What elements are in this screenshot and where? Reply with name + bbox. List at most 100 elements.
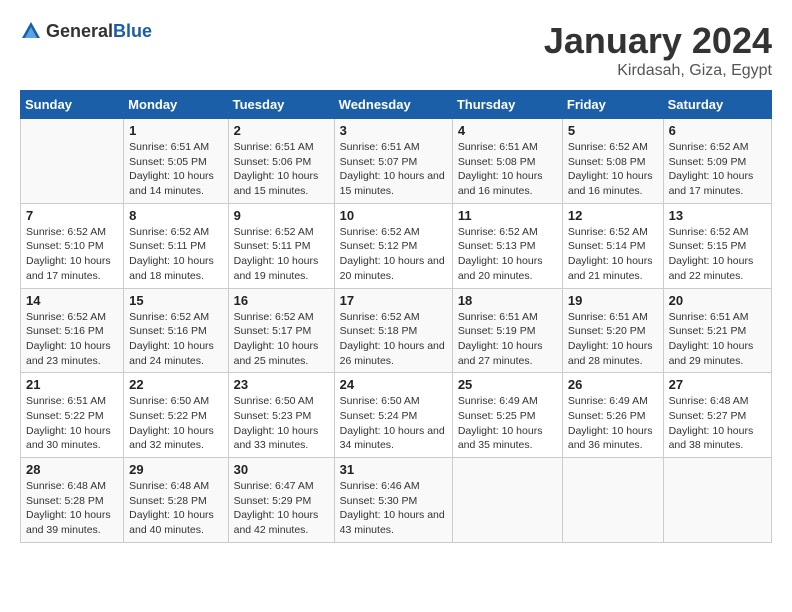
day-info: Sunrise: 6:52 AM Sunset: 5:11 PM Dayligh…	[129, 225, 222, 284]
day-info: Sunrise: 6:52 AM Sunset: 5:12 PM Dayligh…	[340, 225, 447, 284]
header-day: Monday	[124, 91, 228, 119]
day-number: 7	[26, 208, 118, 223]
day-number: 3	[340, 123, 447, 138]
day-number: 15	[129, 293, 222, 308]
day-number: 4	[458, 123, 557, 138]
day-info: Sunrise: 6:52 AM Sunset: 5:13 PM Dayligh…	[458, 225, 557, 284]
day-info: Sunrise: 6:48 AM Sunset: 5:27 PM Dayligh…	[669, 394, 766, 453]
day-number: 28	[26, 462, 118, 477]
day-number: 31	[340, 462, 447, 477]
day-info: Sunrise: 6:51 AM Sunset: 5:19 PM Dayligh…	[458, 310, 557, 369]
day-info: Sunrise: 6:48 AM Sunset: 5:28 PM Dayligh…	[26, 479, 118, 538]
day-number: 27	[669, 377, 766, 392]
calendar-cell: 19 Sunrise: 6:51 AM Sunset: 5:20 PM Dayli…	[562, 288, 663, 373]
day-number: 29	[129, 462, 222, 477]
calendar-cell: 12 Sunrise: 6:52 AM Sunset: 5:14 PM Dayli…	[562, 203, 663, 288]
day-info: Sunrise: 6:52 AM Sunset: 5:09 PM Dayligh…	[669, 140, 766, 199]
calendar-cell: 5 Sunrise: 6:52 AM Sunset: 5:08 PM Daylig…	[562, 119, 663, 204]
header-day: Friday	[562, 91, 663, 119]
day-number: 16	[234, 293, 329, 308]
day-info: Sunrise: 6:52 AM Sunset: 5:10 PM Dayligh…	[26, 225, 118, 284]
day-number: 17	[340, 293, 447, 308]
day-number: 18	[458, 293, 557, 308]
calendar-week-row: 1Sunrise: 6:51 AM Sunset: 5:05 PM Daylig…	[21, 119, 772, 204]
calendar-cell: 3 Sunrise: 6:51 AM Sunset: 5:07 PM Daylig…	[334, 119, 452, 204]
calendar-cell: 8 Sunrise: 6:52 AM Sunset: 5:11 PM Daylig…	[124, 203, 228, 288]
day-number: 19	[568, 293, 658, 308]
calendar-cell: 26Sunrise: 6:49 AM Sunset: 5:26 PM Dayli…	[562, 373, 663, 458]
calendar-cell: 25 Sunrise: 6:49 AM Sunset: 5:25 PM Dayli…	[452, 373, 562, 458]
calendar-cell: 9 Sunrise: 6:52 AM Sunset: 5:11 PM Daylig…	[228, 203, 334, 288]
day-info: Sunrise: 6:50 AM Sunset: 5:24 PM Dayligh…	[340, 394, 447, 453]
header-day: Tuesday	[228, 91, 334, 119]
day-info: Sunrise: 6:52 AM Sunset: 5:11 PM Dayligh…	[234, 225, 329, 284]
day-info: Sunrise: 6:52 AM Sunset: 5:18 PM Dayligh…	[340, 310, 447, 369]
day-info: Sunrise: 6:46 AM Sunset: 5:30 PM Dayligh…	[340, 479, 447, 538]
calendar-week-row: 14 Sunrise: 6:52 AM Sunset: 5:16 PM Dayli…	[21, 288, 772, 373]
day-number: 13	[669, 208, 766, 223]
day-number: 14	[26, 293, 118, 308]
subtitle: Kirdasah, Giza, Egypt	[544, 62, 772, 80]
calendar-cell	[562, 458, 663, 543]
day-number: 8	[129, 208, 222, 223]
day-info: Sunrise: 6:51 AM Sunset: 5:05 PM Dayligh…	[129, 140, 222, 199]
day-info: Sunrise: 6:52 AM Sunset: 5:16 PM Dayligh…	[129, 310, 222, 369]
day-info: Sunrise: 6:52 AM Sunset: 5:08 PM Dayligh…	[568, 140, 658, 199]
calendar-cell: 1Sunrise: 6:51 AM Sunset: 5:05 PM Daylig…	[124, 119, 228, 204]
day-number: 11	[458, 208, 557, 223]
day-info: Sunrise: 6:49 AM Sunset: 5:25 PM Dayligh…	[458, 394, 557, 453]
day-number: 25	[458, 377, 557, 392]
day-info: Sunrise: 6:52 AM Sunset: 5:14 PM Dayligh…	[568, 225, 658, 284]
calendar-cell: 11 Sunrise: 6:52 AM Sunset: 5:13 PM Dayli…	[452, 203, 562, 288]
day-number: 9	[234, 208, 329, 223]
calendar-cell: 15 Sunrise: 6:52 AM Sunset: 5:16 PM Dayli…	[124, 288, 228, 373]
day-number: 30	[234, 462, 329, 477]
calendar-cell	[21, 119, 124, 204]
calendar-cell: 28 Sunrise: 6:48 AM Sunset: 5:28 PM Dayli…	[21, 458, 124, 543]
calendar-cell: 29Sunrise: 6:48 AM Sunset: 5:28 PM Dayli…	[124, 458, 228, 543]
day-number: 2	[234, 123, 329, 138]
day-info: Sunrise: 6:50 AM Sunset: 5:22 PM Dayligh…	[129, 394, 222, 453]
day-number: 21	[26, 377, 118, 392]
day-info: Sunrise: 6:52 AM Sunset: 5:16 PM Dayligh…	[26, 310, 118, 369]
day-info: Sunrise: 6:51 AM Sunset: 5:20 PM Dayligh…	[568, 310, 658, 369]
header-row: SundayMondayTuesdayWednesdayThursdayFrid…	[21, 91, 772, 119]
day-info: Sunrise: 6:52 AM Sunset: 5:15 PM Dayligh…	[669, 225, 766, 284]
calendar-cell: 24 Sunrise: 6:50 AM Sunset: 5:24 PM Dayli…	[334, 373, 452, 458]
calendar-week-row: 28 Sunrise: 6:48 AM Sunset: 5:28 PM Dayli…	[21, 458, 772, 543]
calendar-cell: 10Sunrise: 6:52 AM Sunset: 5:12 PM Dayli…	[334, 203, 452, 288]
header-day: Sunday	[21, 91, 124, 119]
header-day: Wednesday	[334, 91, 452, 119]
calendar-cell: 22 Sunrise: 6:50 AM Sunset: 5:22 PM Dayli…	[124, 373, 228, 458]
calendar-cell: 4 Sunrise: 6:51 AM Sunset: 5:08 PM Daylig…	[452, 119, 562, 204]
day-number: 23	[234, 377, 329, 392]
header-day: Saturday	[663, 91, 771, 119]
calendar-cell: 13 Sunrise: 6:52 AM Sunset: 5:15 PM Dayli…	[663, 203, 771, 288]
day-number: 5	[568, 123, 658, 138]
calendar-cell: 2 Sunrise: 6:51 AM Sunset: 5:06 PM Daylig…	[228, 119, 334, 204]
calendar-week-row: 7 Sunrise: 6:52 AM Sunset: 5:10 PM Daylig…	[21, 203, 772, 288]
main-title: January 2024	[544, 20, 772, 62]
day-number: 26	[568, 377, 658, 392]
day-info: Sunrise: 6:51 AM Sunset: 5:06 PM Dayligh…	[234, 140, 329, 199]
calendar-cell: 17 Sunrise: 6:52 AM Sunset: 5:18 PM Dayli…	[334, 288, 452, 373]
calendar-cell	[663, 458, 771, 543]
calendar-cell: 7 Sunrise: 6:52 AM Sunset: 5:10 PM Daylig…	[21, 203, 124, 288]
logo: GeneralBlue	[20, 20, 152, 42]
day-info: Sunrise: 6:51 AM Sunset: 5:08 PM Dayligh…	[458, 140, 557, 199]
day-number: 22	[129, 377, 222, 392]
day-info: Sunrise: 6:47 AM Sunset: 5:29 PM Dayligh…	[234, 479, 329, 538]
day-info: Sunrise: 6:50 AM Sunset: 5:23 PM Dayligh…	[234, 394, 329, 453]
day-number: 24	[340, 377, 447, 392]
day-number: 12	[568, 208, 658, 223]
calendar-cell: 30 Sunrise: 6:47 AM Sunset: 5:29 PM Dayli…	[228, 458, 334, 543]
calendar-cell: 31 Sunrise: 6:46 AM Sunset: 5:30 PM Dayli…	[334, 458, 452, 543]
logo-blue: Blue	[113, 21, 152, 41]
calendar-cell	[452, 458, 562, 543]
day-info: Sunrise: 6:51 AM Sunset: 5:07 PM Dayligh…	[340, 140, 447, 199]
calendar-week-row: 21Sunrise: 6:51 AM Sunset: 5:22 PM Dayli…	[21, 373, 772, 458]
calendar-table: SundayMondayTuesdayWednesdayThursdayFrid…	[20, 90, 772, 543]
day-number: 20	[669, 293, 766, 308]
title-block: January 2024 Kirdasah, Giza, Egypt	[544, 20, 772, 80]
page-header: GeneralBlue January 2024 Kirdasah, Giza,…	[20, 20, 772, 80]
